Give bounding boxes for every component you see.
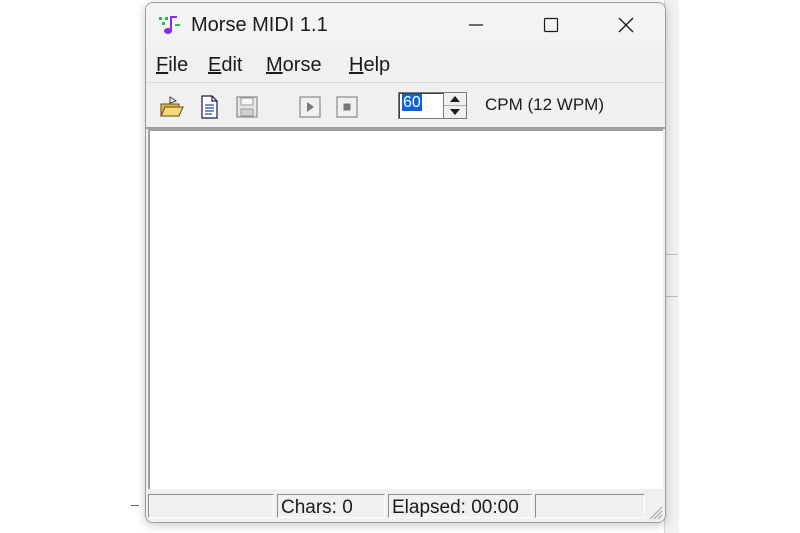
new-button[interactable] <box>196 94 222 120</box>
minimize-button[interactable] <box>446 3 506 47</box>
menu-help[interactable]: Help <box>349 54 390 77</box>
menu-morse[interactable]: Morse <box>266 54 322 77</box>
menu-accelerator: E <box>208 54 222 76</box>
speed-value: 60 <box>402 94 422 111</box>
status-pane-elapsed: Elapsed: 00:00 <box>388 494 532 518</box>
new-document-icon <box>201 95 218 119</box>
close-button[interactable] <box>596 3 656 47</box>
app-window: Morse MIDI 1.1 File Edit Morse Help 60 C… <box>145 2 666 523</box>
stop-button[interactable] <box>334 94 360 120</box>
menu-accelerator: M <box>266 54 283 76</box>
open-button[interactable] <box>158 94 184 120</box>
play-button[interactable] <box>297 94 323 120</box>
status-pane-main <box>148 494 274 518</box>
menu-accelerator: H <box>349 54 364 76</box>
maximize-button[interactable] <box>521 3 581 47</box>
arrow-down-icon <box>450 109 460 115</box>
chars-count: Chars: 0 <box>281 497 353 518</box>
menu-file[interactable]: File <box>156 54 188 77</box>
toolbar: 60 CPM (12 WPM) <box>146 83 665 129</box>
play-icon <box>299 96 321 118</box>
speed-unit-label: CPM (12 WPM) <box>485 95 604 114</box>
speed-spinner <box>443 92 467 119</box>
status-pane-chars: Chars: 0 <box>277 494 385 518</box>
background-divider <box>664 254 678 255</box>
background-divider <box>664 296 678 297</box>
window-title: Morse MIDI 1.1 <box>191 14 328 36</box>
open-folder-icon <box>160 96 184 117</box>
speed-increase-button[interactable] <box>444 93 466 106</box>
close-icon <box>618 17 634 33</box>
menu-edit[interactable]: Edit <box>208 54 242 77</box>
menu-label: orse <box>282 54 322 76</box>
status-pane-extra <box>535 494 645 518</box>
arrow-up-icon <box>450 96 460 102</box>
menu-label: ile <box>168 54 189 76</box>
save-button[interactable] <box>234 94 260 120</box>
status-bar: Chars: 0 Elapsed: 00:00 <box>146 491 665 522</box>
menu-bar: File Edit Morse Help <box>146 48 665 83</box>
speed-input[interactable]: 60 <box>398 92 444 119</box>
background-window-edge <box>664 0 679 533</box>
save-disk-icon <box>236 96 258 118</box>
resize-grip-icon[interactable] <box>647 504 663 520</box>
morse-text-area[interactable] <box>148 129 663 489</box>
title-bar[interactable]: Morse MIDI 1.1 <box>146 3 665 47</box>
music-note-icon <box>158 14 184 36</box>
speed-decrease-button[interactable] <box>444 106 466 118</box>
elapsed-time: Elapsed: 00:00 <box>392 497 519 518</box>
maximize-icon <box>543 17 559 33</box>
menu-label: elp <box>363 54 391 76</box>
stop-icon <box>336 96 358 118</box>
background-mark <box>131 505 139 506</box>
minimize-icon <box>469 24 483 26</box>
menu-label: dit <box>221 54 243 76</box>
menu-accelerator: F <box>156 54 169 76</box>
